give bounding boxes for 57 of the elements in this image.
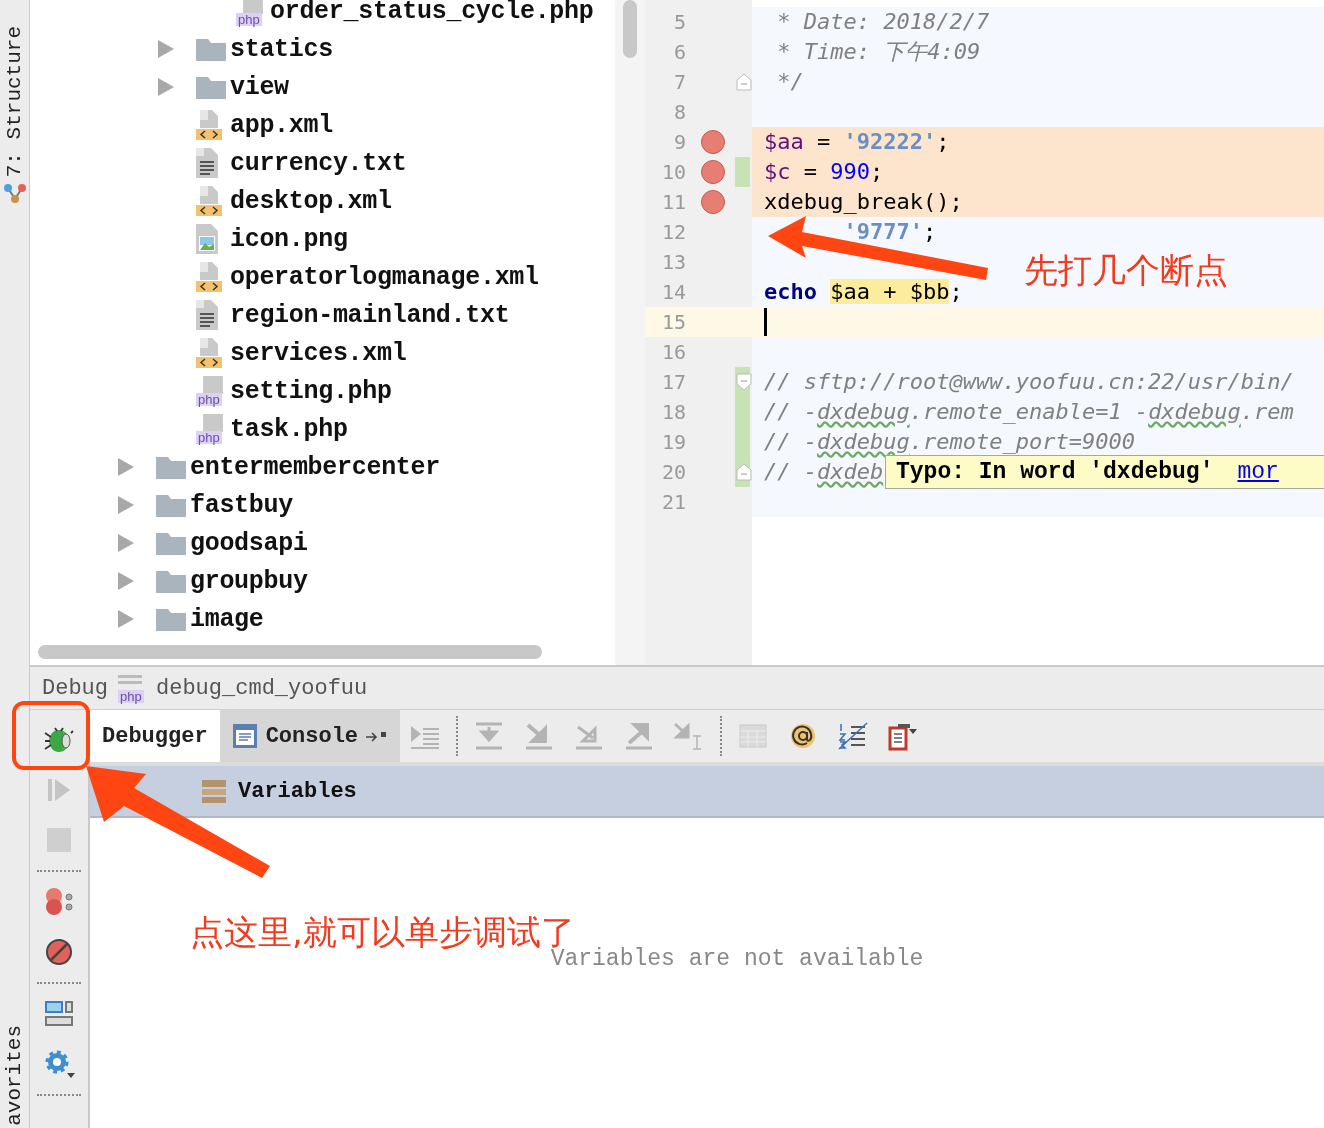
structure-tab[interactable]: 7: Structure — [3, 26, 26, 178]
annotation-text: 先打几个断点 — [1024, 249, 1228, 292]
tree-item[interactable]: statics — [230, 34, 333, 64]
tree-item[interactable]: task.php — [230, 414, 348, 444]
empty-message: Variables are not available — [550, 946, 924, 974]
code-line: * Time: 下午4:09 — [776, 38, 981, 66]
code-line: // -dxdebug.remote_port=9000 — [764, 428, 1135, 456]
code-line: // -dxdeb — [764, 458, 884, 486]
code-line: $c = 990; — [764, 158, 884, 186]
config-name[interactable]: debug_cmd_yoofuu — [156, 675, 368, 701]
code-line: '9777'; — [842, 218, 937, 246]
tree-item[interactable]: region-mainland.txt — [230, 300, 510, 330]
tree-item[interactable]: entermembercenter — [190, 452, 440, 482]
code-line: // -dxdebug.remote_enable=1 -dxdebug.rem — [764, 398, 1294, 426]
code-line: $aa = '92222'; — [764, 128, 950, 156]
debugger-tab[interactable]: Debugger — [90, 710, 220, 762]
tree-item[interactable]: goodsapi — [190, 528, 308, 558]
line-number: 6 — [672, 39, 687, 66]
tree-item[interactable]: services.xml — [230, 338, 407, 368]
console-tab[interactable]: Console — [219, 710, 401, 762]
tab-label: Console — [265, 723, 359, 749]
tree-item[interactable]: image — [190, 604, 264, 634]
line-number: 13 — [660, 249, 687, 276]
line-number: 17 — [660, 369, 687, 396]
line-number: 15 — [660, 309, 687, 336]
tree-item[interactable]: setting.php — [230, 376, 392, 406]
line-number: 21 — [660, 489, 687, 516]
line-number: 20 — [660, 459, 687, 486]
tree-item[interactable]: operatorlogmanage.xml — [230, 262, 539, 292]
line-number: 11 — [660, 189, 687, 216]
code-line: // sftp://root@www.yoofuu.cn:22/usr/bin/ — [764, 368, 1294, 396]
line-number: 14 — [660, 279, 687, 306]
tree-item[interactable]: order_status_cycle.php — [270, 0, 594, 26]
panel-title: Variables — [238, 778, 357, 804]
code-line: */ — [776, 68, 804, 96]
code-line: * Date: 2018/2/7 — [776, 8, 990, 36]
line-number: 9 — [672, 129, 687, 156]
line-number: 12 — [660, 219, 687, 246]
tree-item[interactable]: currency.txt — [230, 148, 407, 178]
line-number: 18 — [660, 399, 687, 426]
panel-title: Debug — [42, 675, 108, 701]
line-number: 19 — [660, 429, 687, 456]
line-number: 7 — [672, 69, 687, 96]
line-number: 16 — [660, 339, 687, 366]
tooltip-text: Typo: In word 'dxdebug' — [896, 459, 1214, 485]
line-number: 5 — [672, 9, 687, 36]
code-line: xdebug_break(); — [764, 188, 963, 216]
tree-item[interactable]: icon.png — [230, 224, 348, 254]
tree-item[interactable]: app.xml — [230, 110, 333, 140]
tree-item[interactable]: groupbuy — [190, 566, 308, 596]
tree-item[interactable]: view — [230, 72, 289, 102]
tree-item[interactable]: fastbuy — [190, 490, 293, 520]
tree-item[interactable]: desktop.xml — [230, 186, 392, 216]
line-number: 10 — [660, 159, 687, 186]
more-link[interactable]: mor — [1237, 459, 1279, 485]
line-number: 8 — [672, 99, 687, 126]
favorites-tab[interactable]: avorites — [3, 1025, 26, 1126]
